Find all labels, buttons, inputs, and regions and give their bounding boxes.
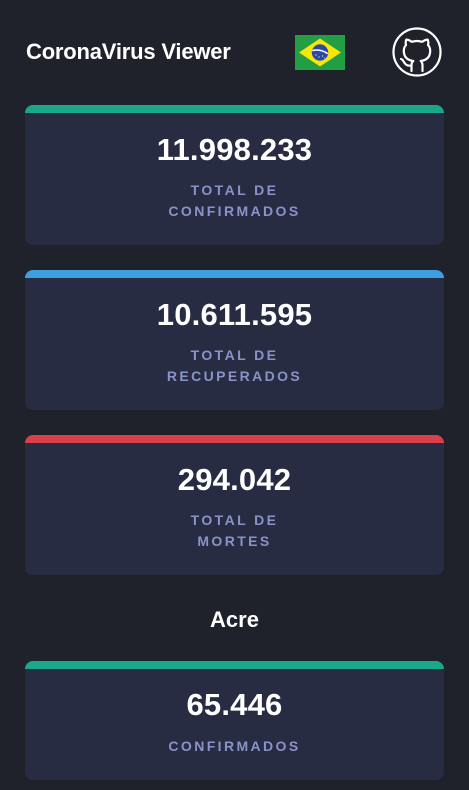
card-accent-bar <box>25 270 444 278</box>
total-recovered-value: 10.611.595 <box>156 297 313 332</box>
total-confirmed-card: 11.998.233 TOTAL DE CONFIRMADOS <box>25 105 444 245</box>
state-confirmed-value: 65.446 <box>186 687 283 722</box>
card-accent-bar <box>25 105 444 113</box>
total-confirmed-label: TOTAL DE CONFIRMADOS <box>168 182 301 219</box>
page: CoronaVirus Viewer 11.998.233 TOTAL DE C… <box>0 0 469 790</box>
state-title: Acre <box>210 607 259 632</box>
github-icon[interactable] <box>392 27 442 77</box>
total-confirmed-value: 11.998.233 <box>156 132 313 167</box>
state-confirmed-label: CONFIRMADOS <box>168 738 301 754</box>
brazil-flag-icon[interactable] <box>295 35 345 70</box>
app-title: CoronaVirus Viewer <box>26 39 231 64</box>
total-recovered-label: TOTAL DE RECUPERADOS <box>166 347 303 384</box>
card-accent-bar <box>25 435 444 443</box>
total-deaths-label: TOTAL DE MORTES <box>190 512 279 549</box>
state-confirmed-card: 65.446 CONFIRMADOS <box>25 661 444 780</box>
card-accent-bar <box>25 661 444 669</box>
total-deaths-value: 294.042 <box>177 462 292 497</box>
total-recovered-card: 10.611.595 TOTAL DE RECUPERADOS <box>25 270 444 410</box>
total-deaths-card: 294.042 TOTAL DE MORTES <box>25 435 444 575</box>
header: CoronaVirus Viewer <box>0 0 469 100</box>
